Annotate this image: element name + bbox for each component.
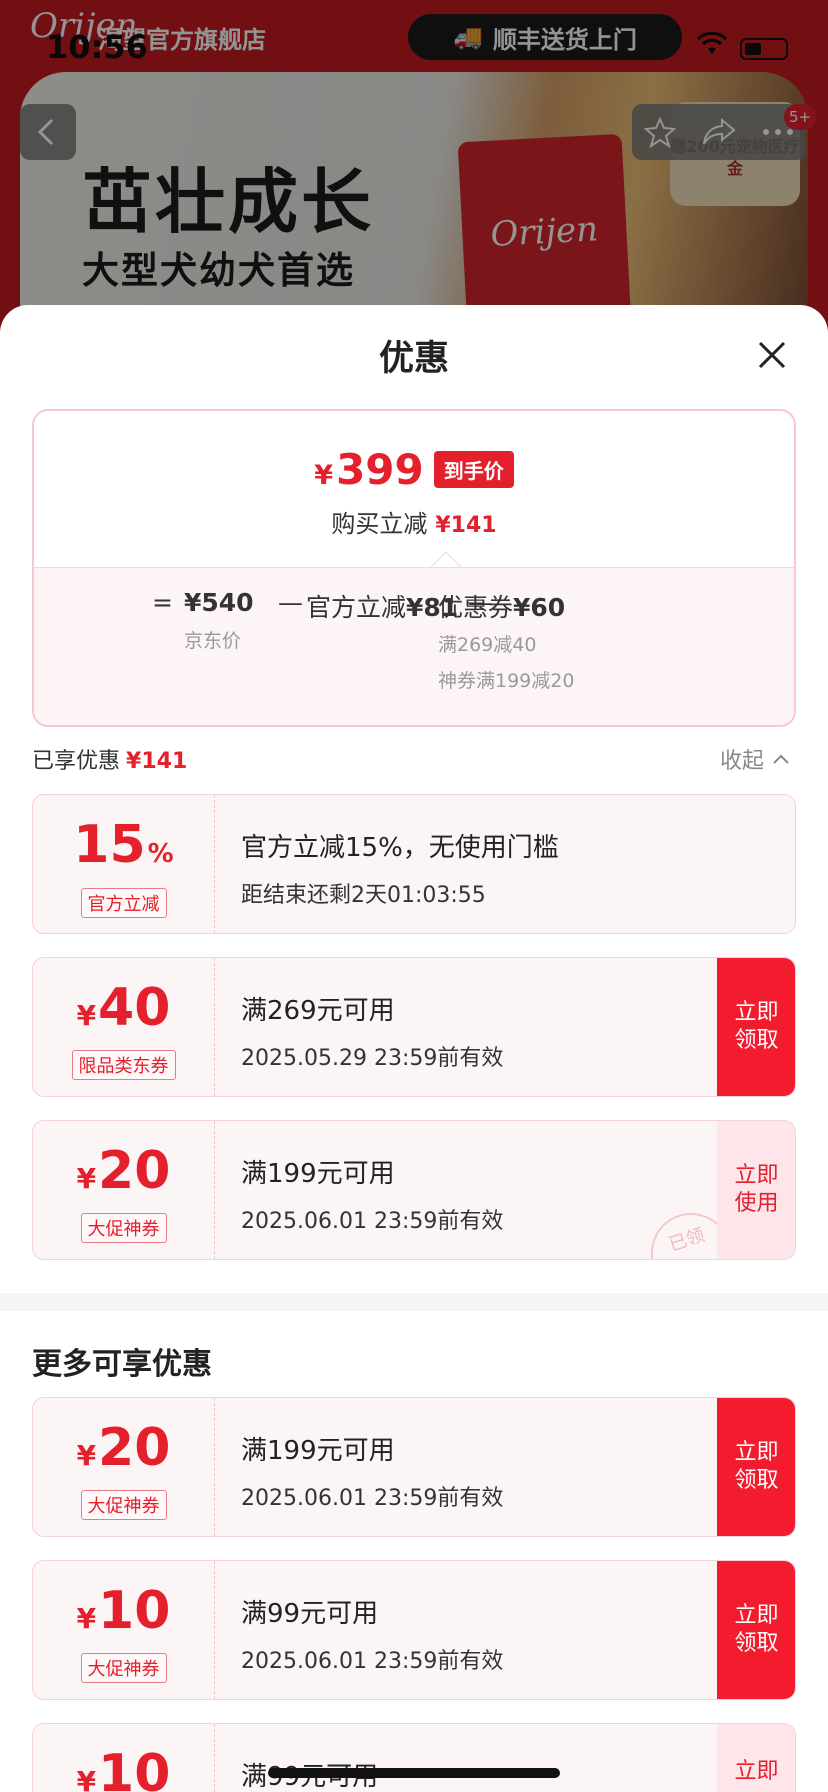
background-product-page: Orijen 渴望官方旗舰店 🚚 顺丰送货上门 茁壮成长 大型犬幼犬首选 Ori… <box>0 0 828 330</box>
coupon-expiry: 2025.06.01 23:59前有效 <box>241 1649 504 1674</box>
coupon-condition: 满199元可用 <box>241 1436 395 1466</box>
chevron-up-icon <box>773 754 789 764</box>
coupon-type-tag: 官方立减 <box>80 888 167 918</box>
final-price: ¥399 <box>314 445 424 494</box>
coupon-amount: ¥20 <box>76 1418 171 1478</box>
coupon-countdown: 距结束还剩2天01:03:55 <box>241 883 486 908</box>
coupon-card: ¥20 大促神券 满199元可用 2025.06.01 23:59前有效 立即领… <box>32 1397 796 1537</box>
coupon-value: ¥40 限品类东券 <box>33 958 215 1096</box>
jd-price: ¥540 <box>184 588 254 617</box>
claim-coupon-button[interactable]: 立即领取 <box>717 1561 795 1699</box>
coupon-type-tag: 限品类东券 <box>71 1050 176 1080</box>
more-discounts-title: 更多可享优惠 <box>32 1347 212 1382</box>
jd-price-label: 京东价 <box>184 630 242 652</box>
equals-sign: = <box>152 588 173 617</box>
dim-overlay[interactable] <box>0 0 828 330</box>
coupon-value: ¥20 大促神券 <box>33 1398 215 1536</box>
price-summary-card: ¥399 到手价 购买立减 ¥141 = ¥540 京东价 — 官方立减¥81 —… <box>32 409 796 727</box>
coupon-card: ¥10 大促神券 满99元可用 2025.06.01 23:59前有效 立即领取 <box>32 1560 796 1700</box>
coupon-value: ¥10 大促神券 <box>33 1561 215 1699</box>
coupon-reduction: 优惠券¥60 <box>438 593 566 622</box>
coupon-amount: 15% <box>73 815 174 875</box>
claim-coupon-button[interactable]: 立即领取 <box>717 1398 795 1536</box>
coupon-detail: 神券满199减20 <box>438 670 575 692</box>
claim-coupon-button[interactable]: 立即领取 <box>717 958 795 1096</box>
coupon-amount: ¥40 <box>76 978 171 1038</box>
coupon-type-tag: 大促神券 <box>80 1653 167 1683</box>
price-breakdown: = ¥540 京东价 — 官方立减¥81 — 优惠券¥60 满269减40 神券… <box>34 567 794 725</box>
enjoyed-discount-label: 已享优惠 ¥141 <box>32 749 188 774</box>
coupon-value: 15% 官方立减 <box>33 795 215 933</box>
total-reduction: 购买立减 ¥141 <box>331 510 497 538</box>
coupon-card: ¥20 大促神券 满199元可用 2025.06.01 23:59前有效 已领 … <box>32 1120 796 1260</box>
coupon-type-tag: 大促神券 <box>80 1490 167 1520</box>
coupon-condition: 满199元可用 <box>241 1159 395 1189</box>
coupon-condition: 满269元可用 <box>241 996 395 1026</box>
coupon-card: ¥40 限品类东券 满269元可用 2025.05.29 23:59前有效 立即… <box>32 957 796 1097</box>
sheet-title: 优惠 <box>378 339 449 379</box>
coupon-expiry: 2025.06.01 23:59前有效 <box>241 1209 504 1234</box>
coupon-amount: ¥10 <box>76 1581 171 1641</box>
coupon-card: 15% 官方立减 官方立减15%，无使用门槛 距结束还剩2天01:03:55 <box>32 794 796 934</box>
coupon-action-button[interactable]: 立即 <box>717 1724 795 1792</box>
use-coupon-button[interactable]: 立即使用 <box>717 1121 795 1259</box>
collapse-button[interactable]: 收起 <box>720 743 790 775</box>
coupon-detail: 满269减40 <box>438 634 537 656</box>
coupon-amount: ¥20 <box>76 1141 171 1201</box>
coupon-value: ¥10 <box>33 1724 215 1792</box>
coupon-value: ¥20 大促神券 <box>33 1121 215 1259</box>
official-reduction: 官方立减¥81 <box>306 593 459 622</box>
promotion-sheet: 优惠 ¥399 到手价 购买立减 ¥141 = ¥540 京东价 — 官方立减¥8… <box>0 305 828 1792</box>
coupon-condition: 满99元可用 <box>241 1599 379 1629</box>
coupon-condition: 官方立减15%，无使用门槛 <box>241 833 559 863</box>
close-icon[interactable] <box>752 335 792 375</box>
coupon-type-tag: 大促神券 <box>80 1213 167 1243</box>
coupon-amount: ¥10 <box>76 1744 171 1792</box>
coupon-expiry: 2025.05.29 23:59前有效 <box>241 1046 504 1071</box>
final-price-tag: 到手价 <box>433 451 514 488</box>
home-indicator[interactable] <box>268 1768 560 1778</box>
section-divider <box>0 1293 828 1311</box>
coupon-expiry: 2025.06.01 23:59前有效 <box>241 1486 504 1511</box>
final-price-section: ¥399 到手价 购买立减 ¥141 <box>34 411 794 567</box>
coupon-card: ¥10 满99元可用 立即 <box>32 1723 796 1792</box>
